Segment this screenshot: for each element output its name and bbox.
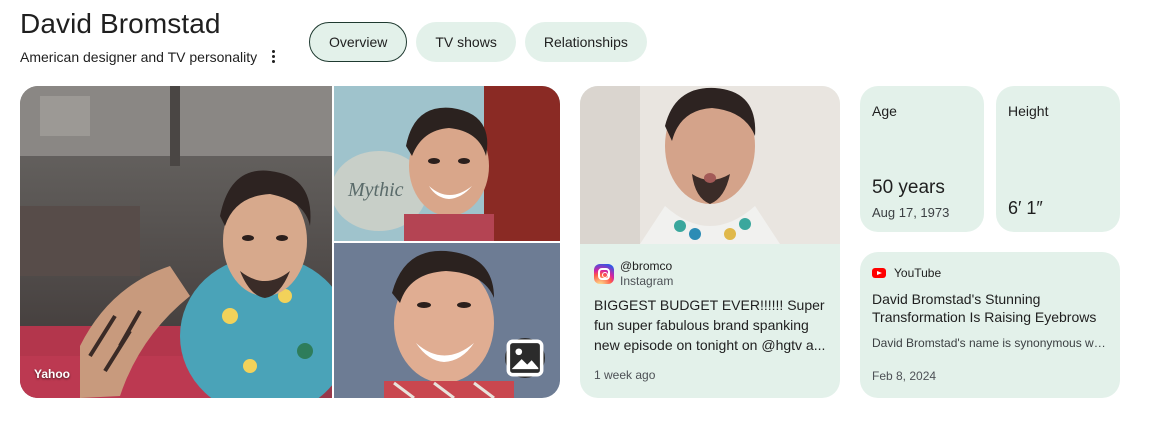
instagram-post-text: BIGGEST BUDGET EVER!!!!!! Super fun supe… [594, 297, 826, 353]
youtube-source: YouTube [894, 266, 942, 280]
main-photo[interactable]: Yahoo [20, 86, 332, 398]
birth-date: Aug 17, 1973 [872, 205, 950, 220]
age-value: 50 years [872, 177, 945, 198]
height-card[interactable]: Height 6′ 1″ [996, 86, 1120, 232]
entity-description: American designer and TV personality [20, 49, 258, 65]
image-source-label: Yahoo [34, 367, 71, 381]
youtube-video-title: David Bromstad's Stunning Transformation… [872, 291, 1097, 325]
tab-bar: Overview TV shows Relationships [309, 22, 647, 62]
height-label: Height [1008, 103, 1049, 119]
youtube-video-description: David Bromstad's name is synonymous with… [872, 336, 1108, 350]
instagram-post-image [580, 86, 840, 244]
svg-text:Mythic: Mythic [347, 179, 404, 201]
age-label: Age [872, 103, 897, 119]
entity-title: David Bromstad [20, 8, 221, 39]
youtube-icon [872, 268, 886, 278]
image-gallery: Yahoo Mythic [20, 86, 560, 398]
instagram-post-time: 1 week ago [594, 368, 656, 382]
instagram-source: Instagram [620, 274, 674, 288]
instagram-handle: @bromco [620, 259, 673, 273]
youtube-video-date: Feb 8, 2024 [872, 369, 937, 383]
tab-relationships[interactable]: Relationships [524, 22, 647, 62]
age-card[interactable]: Age 50 years Aug 17, 1973 [860, 86, 984, 232]
more-options-icon[interactable] [266, 47, 280, 65]
image-icon [506, 339, 544, 377]
tab-tv-shows[interactable]: TV shows [416, 22, 516, 62]
instagram-icon [594, 264, 614, 284]
height-value: 6′ 1″ [1008, 198, 1043, 218]
instagram-post-card[interactable]: @bromco Instagram BIGGEST BUDGET EVER!!!… [580, 86, 840, 398]
more-images-button[interactable] [505, 338, 545, 378]
tab-overview[interactable]: Overview [309, 22, 408, 62]
photo-bottom-right[interactable] [334, 243, 560, 398]
youtube-video-card[interactable]: YouTube David Bromstad's Stunning Transf… [860, 252, 1120, 398]
photo-top-right[interactable]: Mythic [334, 86, 560, 241]
